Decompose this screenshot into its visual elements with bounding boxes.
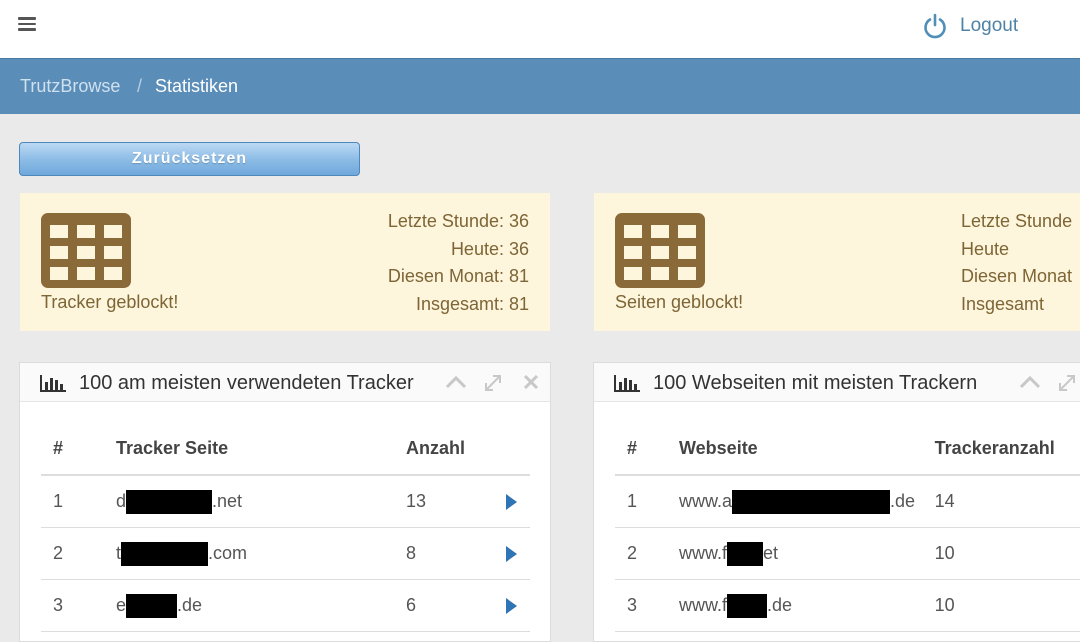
table-row: 1 d .net 13 xyxy=(41,475,530,528)
site-suffix: .de xyxy=(177,594,203,615)
redaction-box xyxy=(121,541,209,566)
breadcrumb-current: Statistiken xyxy=(155,76,239,96)
site-cell: t .com xyxy=(116,527,406,580)
top-websites-table: # Webseite Trackeranzahl 1 www.a .de 14 2… xyxy=(615,423,1080,632)
redaction-box xyxy=(727,541,764,566)
table-row: 3 www.f .de 10 xyxy=(615,579,1080,632)
close-icon[interactable] xyxy=(523,374,539,390)
chevron-up-icon[interactable] xyxy=(445,375,467,389)
stat-values: Letzte Stunde Heute Diesen Monat Insgesa… xyxy=(961,208,1072,319)
stat-total: Insgesamt: 81 xyxy=(415,294,529,315)
table-row: 2 www.f et 10 xyxy=(615,527,1080,580)
rank-cell: 1 xyxy=(615,475,679,528)
panel-title: 100 Webseiten mit meisten Trackern xyxy=(653,372,978,394)
count-cell: 6 xyxy=(406,579,506,632)
count-cell: 10 xyxy=(934,527,1080,580)
logout-label: Logout xyxy=(960,15,1019,36)
stat-label: Tracker geblockt! xyxy=(41,292,179,312)
logout-button[interactable]: Logout xyxy=(922,8,1018,44)
play-arrow-icon[interactable] xyxy=(506,546,517,563)
site-cell: www.f et xyxy=(679,527,935,580)
column-header-rank: # xyxy=(41,423,116,476)
power-icon xyxy=(924,13,946,39)
stat-label: Seiten geblockt! xyxy=(615,292,744,312)
count-cell: 10 xyxy=(934,579,1080,632)
rank-cell: 2 xyxy=(615,527,679,580)
rank-cell: 3 xyxy=(615,579,679,632)
stat-last-hour: Letzte Stunde: 36 xyxy=(387,211,529,231)
redaction-box xyxy=(126,489,213,514)
breadcrumb-home-link[interactable]: TrutzBrowse xyxy=(20,76,120,97)
breadcrumb-separator: / xyxy=(137,76,143,96)
top-trackers-table: # Tracker Seite Anzahl 1 d .net 13 2 t .co… xyxy=(41,423,530,632)
top-websites-panel: 100 Webseiten mit meisten Trackern # Web… xyxy=(593,362,1080,642)
panel-header: 100 am meisten verwendeten Tracker xyxy=(20,363,550,402)
site-prefix: www.a xyxy=(679,490,733,511)
table-row: 3 e .de 6 xyxy=(41,579,530,632)
redaction-box xyxy=(732,489,891,514)
site-prefix: www.f xyxy=(679,594,728,615)
breadcrumb: TrutzBrowse / Statistiken xyxy=(0,58,1080,114)
redaction-box xyxy=(727,593,768,618)
stat-card-trackers: Tracker geblockt! Letzte Stunde: 36 Heut… xyxy=(20,193,550,331)
column-header-tracker-site: Tracker Seite xyxy=(116,423,406,476)
stat-card-pages: Seiten geblockt! Letzte Stunde Heute Die… xyxy=(594,193,1080,331)
top-bar: Logout xyxy=(0,0,1080,58)
stat-values: Letzte Stunde: 36 Heute: 36 Diesen Monat… xyxy=(388,208,529,319)
site-cell: www.f .de xyxy=(679,579,935,632)
action-cell xyxy=(506,527,530,580)
expand-icon[interactable] xyxy=(483,373,503,393)
table-grid-icon xyxy=(615,213,705,288)
rank-cell: 2 xyxy=(41,527,116,580)
stat-today: Heute xyxy=(961,238,1010,259)
site-prefix: e xyxy=(116,594,127,615)
play-arrow-icon[interactable] xyxy=(506,494,517,511)
site-cell: d .net xyxy=(116,475,406,528)
site-prefix: d xyxy=(116,490,127,511)
table-row: 1 www.a .de 14 xyxy=(615,475,1080,528)
bar-chart-icon xyxy=(614,375,640,392)
site-suffix: et xyxy=(763,542,779,563)
stat-total: Insgesamt xyxy=(961,294,1045,315)
column-header-rank: # xyxy=(615,423,679,476)
reset-button[interactable]: Zurücksetzen xyxy=(19,142,360,176)
count-cell: 14 xyxy=(934,475,1080,528)
panel-header: 100 Webseiten mit meisten Trackern xyxy=(594,363,1080,402)
site-cell: www.a .de xyxy=(679,475,935,528)
column-header-count: Anzahl xyxy=(406,423,506,476)
rank-cell: 3 xyxy=(41,579,116,632)
table-header-row: # Tracker Seite Anzahl xyxy=(41,423,530,476)
count-cell: 13 xyxy=(406,475,506,528)
count-cell: 8 xyxy=(406,527,506,580)
action-cell xyxy=(506,475,530,528)
site-suffix: .net xyxy=(212,490,243,511)
stat-this-month: Diesen Monat xyxy=(961,266,1073,287)
column-header-tracker-count: Trackeranzahl xyxy=(934,423,1080,476)
hamburger-menu-icon[interactable] xyxy=(18,17,36,31)
play-arrow-icon[interactable] xyxy=(506,598,517,615)
column-header-action xyxy=(506,423,530,476)
table-header-row: # Webseite Trackeranzahl xyxy=(615,423,1080,476)
panel-title: 100 am meisten verwendeten Tracker xyxy=(79,372,414,394)
site-suffix: .de xyxy=(890,490,916,511)
table-row: 2 t .com 8 xyxy=(41,527,530,580)
site-cell: e .de xyxy=(116,579,406,632)
stat-this-month: Diesen Monat: 81 xyxy=(387,266,529,287)
stat-last-hour: Letzte Stunde xyxy=(961,211,1073,231)
column-header-website: Webseite xyxy=(679,423,935,476)
action-cell xyxy=(506,579,530,632)
table-grid-icon xyxy=(41,213,131,288)
site-prefix: www.f xyxy=(679,542,728,563)
chevron-up-icon[interactable] xyxy=(1019,375,1041,389)
rank-cell: 1 xyxy=(41,475,116,528)
redaction-box xyxy=(126,593,178,618)
site-suffix: .de xyxy=(767,594,793,615)
expand-icon[interactable] xyxy=(1057,373,1077,393)
stat-today: Heute: 36 xyxy=(450,238,529,259)
site-suffix: .com xyxy=(208,542,248,563)
bar-chart-icon xyxy=(40,375,66,392)
top-trackers-panel: 100 am meisten verwendeten Tracker # Tra… xyxy=(19,362,551,642)
